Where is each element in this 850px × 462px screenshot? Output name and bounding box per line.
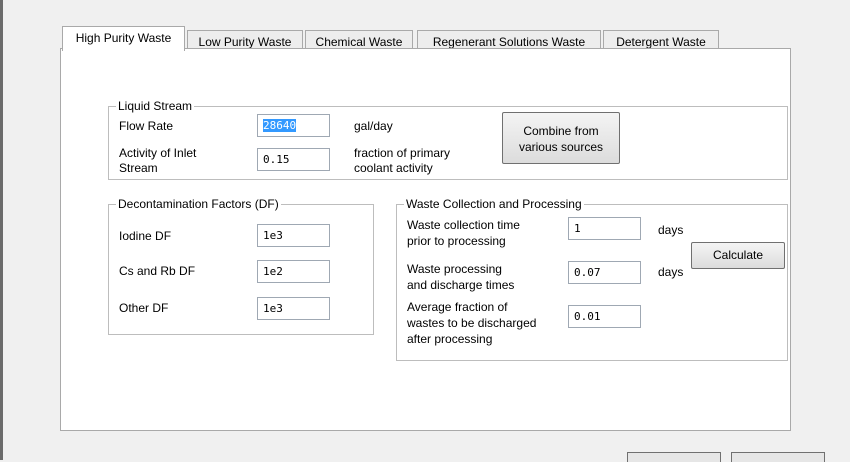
activity-label-line1: Activity of Inlet (119, 146, 197, 160)
waste-collection-legend: Waste Collection and Processing (404, 197, 584, 211)
collection-time-input[interactable]: 1 (568, 217, 641, 240)
processing-time-input[interactable]: 0.07 (568, 261, 641, 284)
dialog-button-left[interactable] (627, 452, 721, 462)
activity-unit-line2: coolant activity (354, 161, 433, 175)
flow-rate-input[interactable]: 28640 (257, 114, 330, 137)
combine-button-line1: Combine from (523, 124, 599, 138)
other-df-label: Other DF (119, 301, 169, 315)
discharge-fraction-input[interactable]: 0.01 (568, 305, 641, 328)
discharge-fraction-label-line3: after processing (407, 332, 493, 346)
processing-time-label-line2: and discharge times (407, 278, 515, 292)
calculate-button[interactable]: Calculate (691, 242, 785, 269)
flow-rate-unit: gal/day (354, 119, 393, 133)
cs-rb-df-input[interactable]: 1e2 (257, 260, 330, 283)
window-left-edge (0, 0, 3, 460)
activity-label-line2: Stream (119, 161, 158, 175)
collection-time-label-line1: Waste collection time (407, 218, 520, 232)
processing-time-label-line1: Waste processing (407, 262, 502, 276)
flow-rate-label: Flow Rate (119, 119, 174, 133)
liquid-stream-legend: Liquid Stream (116, 99, 195, 113)
collection-time-unit: days (658, 223, 684, 237)
other-df-input[interactable]: 1e3 (257, 297, 330, 320)
collection-time-label-line2: prior to processing (407, 234, 506, 248)
activity-input[interactable]: 0.15 (257, 148, 330, 171)
tab-high-purity-waste[interactable]: High Purity Waste (62, 26, 185, 51)
iodine-df-label: Iodine DF (119, 229, 172, 243)
decontamination-legend: Decontamination Factors (DF) (116, 197, 281, 211)
flow-rate-value: 28640 (263, 119, 297, 132)
discharge-fraction-label-line1: Average fraction of (407, 300, 508, 314)
iodine-df-input[interactable]: 1e3 (257, 224, 330, 247)
discharge-fraction-label-line2: wastes to be discharged (407, 316, 537, 330)
liquid-stream-group (108, 106, 788, 180)
activity-unit-line1: fraction of primary (354, 146, 451, 160)
combine-sources-button[interactable]: Combine from various sources (502, 112, 620, 164)
dialog-button-right[interactable] (731, 452, 825, 462)
combine-button-line2: various sources (518, 140, 604, 154)
cs-rb-df-label: Cs and Rb DF (119, 264, 196, 278)
processing-time-unit: days (658, 265, 684, 279)
